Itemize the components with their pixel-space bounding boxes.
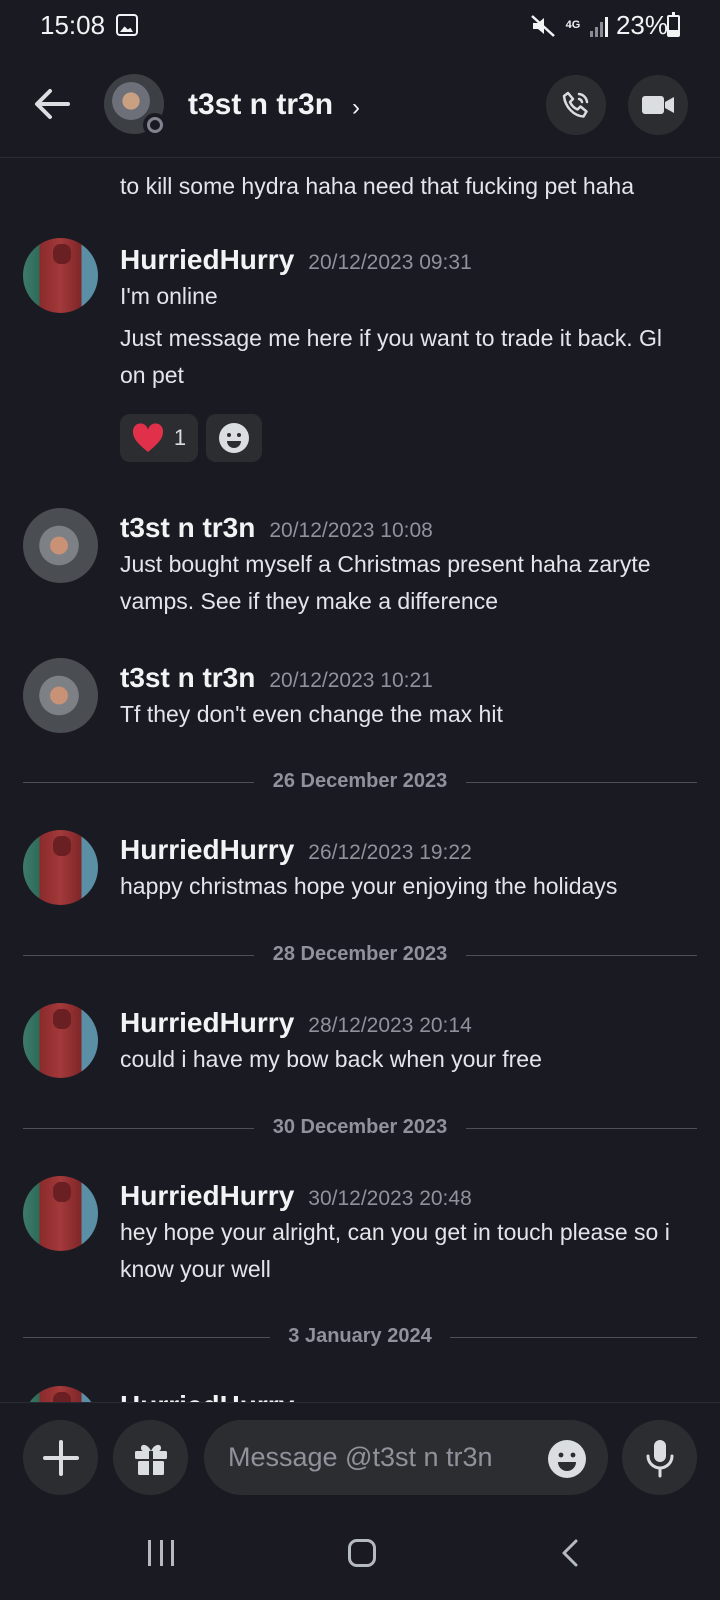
avatar[interactable] [23, 238, 98, 313]
message-composer [0, 1402, 720, 1512]
system-navigation-bar [0, 1512, 720, 1600]
message-author[interactable]: HurriedHurry [120, 834, 294, 865]
message-author[interactable]: HurriedHurry [120, 244, 294, 275]
emoji-icon [558, 1452, 576, 1471]
message-author[interactable]: HurriedHurry [120, 1390, 294, 1402]
date-divider: 30 December 2023 [23, 1116, 697, 1140]
message-timestamp: 20/12/2023 10:21 [269, 669, 433, 692]
message-header: HurriedHurry 28/12/2023 20:14 [120, 1007, 472, 1039]
page-title[interactable]: t3st n tr3n [188, 88, 333, 122]
message-text: could i have my bow back when your free [120, 1046, 542, 1072]
message-text: Just bought myself a Christmas present h… [120, 551, 651, 614]
back-chevron-icon[interactable] [556, 1538, 586, 1568]
reaction-count: 1 [173, 425, 187, 450]
emoji-icon [219, 423, 249, 453]
offline-status-icon [143, 113, 167, 137]
message-text: Just message me here if you want to trad… [120, 325, 663, 388]
status-bar: 15:08 4G 23% [0, 0, 720, 56]
phone-icon [562, 91, 589, 118]
avatar[interactable] [23, 508, 98, 583]
message-text: happy christmas hope your enjoying the h… [120, 873, 618, 899]
message-text: Tf they don't even change the max hit [120, 701, 503, 727]
status-indicators: 4G 23% [530, 10, 668, 41]
avatar[interactable] [23, 1176, 98, 1251]
video-camera-icon [642, 96, 674, 114]
message-timestamp: 28/12/2023 20:14 [308, 1014, 472, 1037]
mute-icon [531, 14, 555, 37]
status-time: 15:08 [40, 10, 106, 40]
add-reaction-button[interactable] [206, 414, 262, 462]
message-list[interactable]: to kill some hydra haha need that fuckin… [0, 158, 720, 1402]
plus-icon [42, 1439, 79, 1476]
message-timestamp: 20/12/2023 09:31 [308, 251, 472, 274]
message-text: I'm online [120, 283, 218, 309]
message-timestamp: 30/12/2023 20:48 [308, 1187, 472, 1210]
battery-icon [667, 12, 680, 37]
message-timestamp: 20/12/2023 10:08 [269, 519, 433, 542]
gift-icon [134, 1444, 167, 1475]
message-text: hey hope your alright, can you get in to… [120, 1219, 670, 1282]
date-divider: 3 January 2024 [23, 1325, 697, 1349]
chevron-right-icon[interactable]: › [352, 94, 360, 122]
message-header: t3st n tr3n 20/12/2023 10:21 [120, 662, 433, 694]
message-header: t3st n tr3n 20/12/2023 10:08 [120, 512, 433, 544]
message-header: HurriedHurry 20/12/2023 09:31 [120, 244, 472, 276]
gift-button[interactable] [113, 1420, 188, 1495]
avatar[interactable] [23, 1003, 98, 1078]
reaction-heart[interactable]: 1 [120, 414, 198, 462]
video-call-button[interactable] [628, 75, 688, 135]
message-text: to kill some hydra haha need that fuckin… [120, 173, 635, 199]
back-arrow-icon[interactable] [30, 82, 74, 126]
image-notification-icon [116, 14, 138, 36]
voice-message-button[interactable] [622, 1420, 697, 1495]
heart-icon [132, 423, 163, 452]
chat-header: t3st n tr3n › [0, 56, 720, 158]
date-divider: 28 December 2023 [23, 943, 697, 967]
message-header: HurriedHurry 30/12/2023 20:48 [120, 1180, 472, 1212]
network-type: 4G [565, 19, 581, 31]
signal-icon [589, 15, 608, 37]
avatar[interactable] [23, 658, 98, 733]
avatar[interactable] [23, 830, 98, 905]
emoji-picker-button[interactable] [548, 1440, 586, 1478]
message-author[interactable]: t3st n tr3n [120, 662, 255, 693]
recents-icon[interactable] [148, 1540, 174, 1566]
voice-call-button[interactable] [546, 75, 606, 135]
battery-percent: 23% [615, 10, 668, 40]
date-divider: 26 December 2023 [23, 770, 697, 794]
home-icon[interactable] [348, 1539, 376, 1567]
microphone-icon [646, 1439, 673, 1477]
message-author[interactable]: HurriedHurry [120, 1180, 294, 1211]
avatar[interactable] [23, 1386, 98, 1402]
message-timestamp: 26/12/2023 19:22 [308, 841, 472, 864]
message-author[interactable]: HurriedHurry [120, 1007, 294, 1038]
attach-button[interactable] [23, 1420, 98, 1495]
message-author[interactable]: t3st n tr3n [120, 512, 255, 543]
message-header: HurriedHurry 26/12/2023 19:22 [120, 834, 472, 866]
